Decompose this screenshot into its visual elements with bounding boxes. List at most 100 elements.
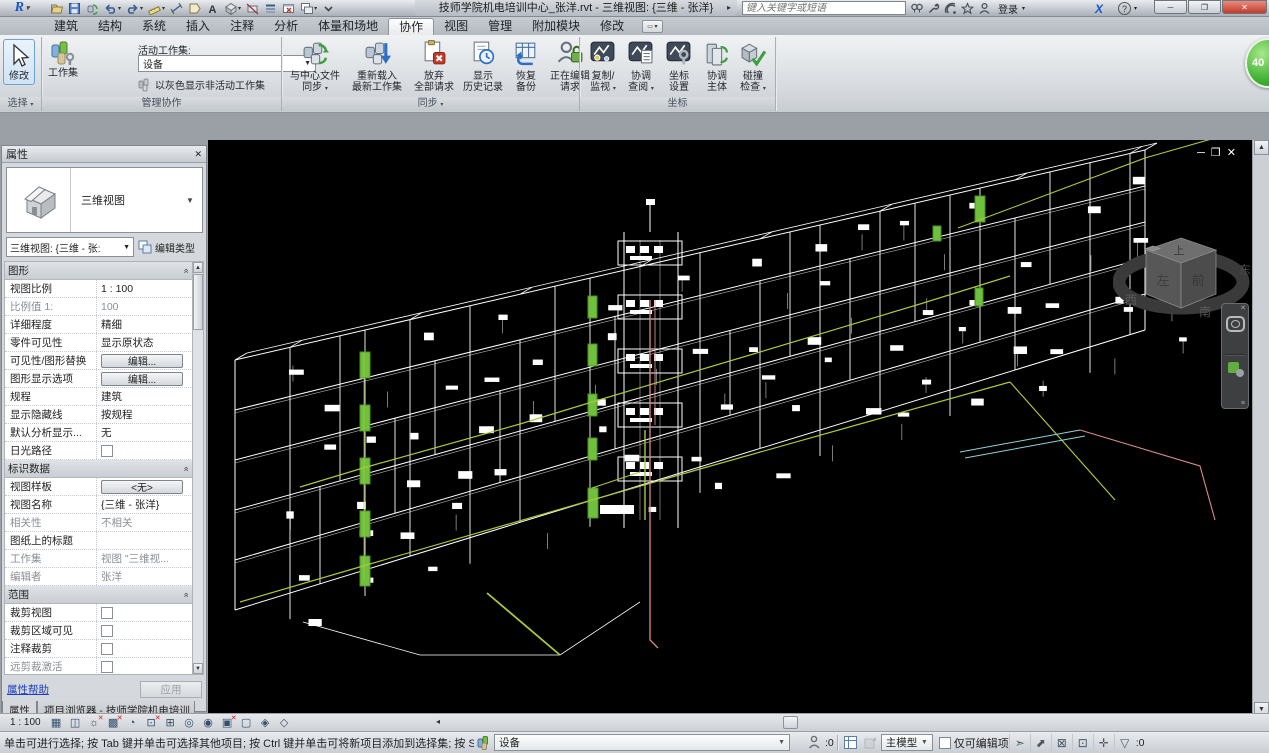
constraints-icon[interactable]: ◇ [275, 715, 294, 731]
switch-windows-icon[interactable]: ▾ [298, 1, 319, 16]
save-icon[interactable] [66, 1, 83, 16]
scrollbar-thumb[interactable] [193, 274, 203, 330]
relinquish-all-button[interactable]: 放弃全部请求 [410, 39, 458, 93]
gray-inactive-worksets-toggle[interactable]: 以灰色显示非活动工作集 [138, 77, 265, 92]
select-pinned-elements-icon[interactable]: ⊠ [1051, 734, 1072, 751]
navbar-options-icon[interactable]: ≡ [1241, 400, 1245, 407]
aligned-dimension-icon[interactable] [168, 1, 185, 16]
close-icon[interactable]: ✕ [1240, 304, 1246, 312]
property-value[interactable]: 建筑 [101, 389, 122, 404]
viewport-horizontal-scrollbar[interactable]: ◂ [434, 713, 1269, 731]
sync-central-button[interactable]: 与中心文件同步 ▾ [284, 39, 346, 95]
application-menu-button[interactable]: R ▾ [2, 0, 42, 16]
property-value[interactable]: {三维 - 张洋} [101, 497, 159, 512]
shadows-icon[interactable]: ▩✕ [104, 715, 123, 731]
sun-path-icon[interactable]: ☼✕ [85, 715, 104, 731]
restore-button[interactable]: ❐ [1188, 0, 1221, 14]
edit-button[interactable]: <无> [101, 480, 183, 494]
view-restore-button[interactable]: ❐ [1211, 147, 1227, 159]
checkbox[interactable] [101, 643, 113, 655]
checkbox[interactable] [939, 737, 951, 749]
modify-button[interactable]: 修改 [3, 39, 35, 85]
scroll-up-icon[interactable]: ▲ [193, 262, 203, 273]
ribbon-tab-3[interactable]: 系统 [132, 18, 176, 35]
edit-button[interactable]: 编辑... [101, 354, 183, 368]
close-button[interactable]: ✕ [1222, 0, 1267, 14]
interference-check-button[interactable]: 碰撞检查 ▾ [734, 39, 772, 95]
select-underlay-elements-icon[interactable]: ⬈ [1030, 734, 1051, 751]
property-value[interactable]: 视图 "三维视... [101, 551, 169, 566]
filter-icon[interactable]: ▽ [1114, 734, 1135, 751]
property-value[interactable]: 按规程 [101, 407, 133, 422]
tag-icon[interactable] [186, 1, 203, 16]
ribbon-tab-10[interactable]: 管理 [478, 18, 522, 35]
drag-elements-on-selection-icon[interactable]: ✛ [1093, 734, 1114, 751]
close-icon[interactable]: ✕ [194, 149, 202, 160]
property-value[interactable]: 无 [101, 425, 112, 440]
collapse-icon[interactable]: » [180, 268, 190, 273]
redo-icon[interactable]: ▾ [124, 1, 145, 16]
viewport-vertical-scrollbar[interactable]: ▲ ▼ [1252, 140, 1269, 717]
view-scale-button[interactable]: 1 : 100 [4, 717, 47, 728]
properties-title-bar[interactable]: 属性 ✕ [2, 146, 206, 163]
view-minimize-button[interactable]: ─ [1197, 147, 1211, 159]
subscription-icon[interactable] [925, 1, 942, 16]
property-value[interactable]: 不相关 [101, 515, 133, 530]
chevron-down-icon[interactable]: ▼ [186, 168, 202, 232]
property-group-1[interactable]: 图形» [5, 262, 193, 280]
chevron-down-icon[interactable]: ▾ [1022, 5, 1025, 12]
undo-icon[interactable]: ▾ [102, 1, 123, 16]
favorites-icon[interactable] [959, 1, 976, 16]
detail-level-icon[interactable]: ▦ [47, 715, 66, 731]
communication-center-icon[interactable] [942, 1, 959, 16]
ribbon-tab-2[interactable]: 结构 [88, 18, 132, 35]
viewcube-east[interactable]: 东 [1239, 263, 1251, 277]
checkbox[interactable] [101, 625, 113, 637]
select-links-icon[interactable]: ➣ [1009, 734, 1030, 751]
chevron-down-icon[interactable]: ▾ [1134, 5, 1137, 12]
minimize-button[interactable]: ─ [1154, 0, 1187, 14]
thin-lines-icon[interactable] [262, 1, 279, 16]
temporary-view-properties-icon[interactable]: ▢ [237, 715, 256, 731]
coordination-host-button[interactable]: 协调主体 [698, 39, 736, 93]
design-options-dialog-icon[interactable] [841, 735, 861, 750]
visual-style-icon[interactable]: ◫ [66, 715, 85, 731]
search-icon[interactable] [908, 1, 925, 16]
editable-only-checkbox[interactable]: 仅可编辑项 [939, 735, 1009, 751]
property-value[interactable]: 1 : 100 [101, 283, 133, 295]
viewcube-south[interactable]: 南 [1199, 304, 1211, 319]
scrollbar-thumb[interactable] [783, 716, 798, 729]
worksharing-display-icon[interactable]: ▣✕ [218, 715, 237, 731]
viewcube-front-face[interactable]: 前 [1191, 273, 1204, 288]
checkbox[interactable] [101, 445, 113, 457]
editing-requests-icon[interactable] [804, 735, 824, 750]
panel-label-select[interactable]: 选择 ▾ [0, 97, 41, 111]
property-value[interactable]: 100 [101, 301, 119, 313]
scroll-left-icon[interactable]: ◂ [436, 717, 440, 726]
edit-button[interactable]: 编辑... [101, 372, 183, 386]
sync-small-icon[interactable] [84, 1, 101, 16]
pan-zoom-icon[interactable] [1228, 362, 1239, 373]
ribbon-display-toggle[interactable]: ▭ ▾ [642, 20, 662, 33]
ribbon-tab-4[interactable]: 插入 [176, 18, 220, 35]
coordination-review-button[interactable]: 协调查阅 ▾ [622, 39, 660, 95]
temporary-hide-isolate-icon[interactable]: ◎ [180, 715, 199, 731]
collapse-icon[interactable]: » [180, 592, 190, 597]
crop-region-visible-icon[interactable]: ⊞ [161, 715, 180, 731]
view-close-button[interactable]: ✕ [1227, 147, 1242, 159]
viewcube-west[interactable]: 西 [1125, 293, 1137, 307]
property-group-3[interactable]: 范围» [5, 586, 193, 604]
customize-qat-icon[interactable] [320, 1, 337, 16]
search-input[interactable] [742, 1, 906, 15]
close-hidden-windows-icon[interactable] [280, 1, 297, 16]
scroll-down-icon[interactable]: ▼ [193, 663, 203, 674]
3d-wireframe-view[interactable] [208, 140, 1252, 717]
checkbox[interactable] [101, 661, 113, 673]
exchange-apps-icon[interactable]: X [1095, 2, 1103, 16]
viewcube-left-face[interactable]: 左 [1156, 273, 1169, 288]
select-elements-by-face-icon[interactable]: ⊡ [1072, 734, 1093, 751]
property-value[interactable]: 精细 [101, 317, 122, 332]
measure-icon[interactable]: ▾ [146, 1, 167, 16]
ribbon-tab-11[interactable]: 附加模块 [522, 18, 590, 35]
ribbon-tab-7[interactable]: 体量和场地 [308, 18, 388, 35]
